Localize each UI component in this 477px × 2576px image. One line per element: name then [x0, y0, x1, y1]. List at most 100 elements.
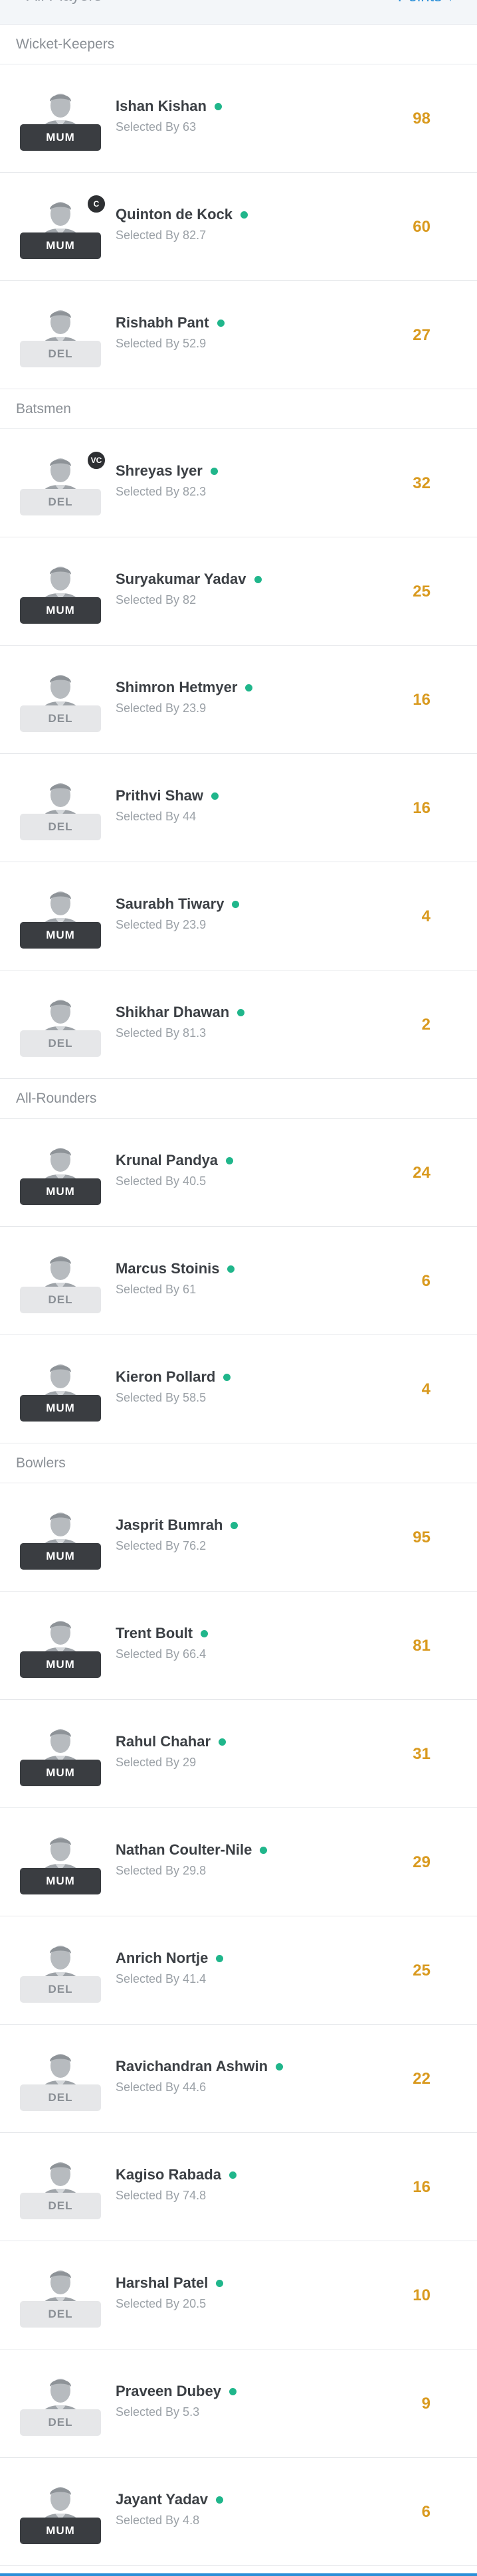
role-badge: VC [86, 450, 106, 470]
player-points: 2 [421, 1015, 430, 1034]
player-name: Krunal Pandya [116, 1152, 219, 1168]
selected-by: Selected By 44.6 [116, 2080, 207, 2094]
selected-by: Selected By 29.8 [116, 1864, 207, 1877]
section-title: Batsmen [16, 401, 71, 416]
player-info: Ishan Kishan Selected By 63 [116, 96, 395, 134]
player-row[interactable]: MUM Krunal Pandya Selected By 40.5 24 [0, 1119, 477, 1227]
player-row[interactable]: MUM Trent Boult Selected By 66.4 81 [0, 1592, 477, 1700]
player-name-line: Kagiso Rabada [116, 2165, 395, 2185]
player-name: Praveen Dubey [116, 2383, 221, 2399]
player-row[interactable]: DEL Prithvi Shaw Selected By 44 16 [0, 754, 477, 862]
player-row[interactable]: MUM Suryakumar Yadav Selected By 82 25 [0, 537, 477, 646]
player-points: 16 [413, 798, 430, 817]
sort-points-toggle[interactable]: Points ▾ [398, 0, 454, 6]
player-avatar: DEL [20, 777, 101, 842]
player-info: Shreyas Iyer Selected By 82.3 [116, 461, 395, 499]
player-row[interactable]: MUM Ishan Kishan Selected By 63 98 [0, 64, 477, 173]
playing-status-dot-icon [216, 2496, 224, 2504]
player-avatar: DEL [20, 1249, 101, 1315]
player-points: 10 [413, 2286, 430, 2304]
team-badge: DEL [20, 1976, 101, 2003]
player-name-line: Rishabh Pant [116, 313, 395, 333]
player-name: Jasprit Bumrah [116, 1517, 223, 1533]
player-avatar: DEL [20, 1939, 101, 2004]
playing-status-dot-icon [245, 684, 253, 691]
player-info: Krunal Pandya Selected By 40.5 [116, 1150, 395, 1188]
player-name: Rahul Chahar [116, 1733, 211, 1750]
player-row[interactable]: DEL Praveen Dubey Selected By 5.3 9 [0, 2349, 477, 2458]
player-row[interactable]: MUM Rahul Chahar Selected By 29 31 [0, 1700, 477, 1808]
selected-by: Selected By 63 [116, 120, 197, 134]
player-row[interactable]: DEL Kagiso Rabada Selected By 74.8 16 [0, 2133, 477, 2241]
player-name-line: Saurabh Tiwary [116, 894, 395, 914]
playing-status-dot-icon [254, 575, 262, 583]
section-title: Wicket-Keepers [16, 36, 115, 52]
section-header: Wicket-Keepers [0, 25, 477, 64]
selected-by: Selected By 61 [116, 1283, 197, 1296]
player-points: 25 [413, 582, 430, 600]
player-row[interactable]: MUM Jasprit Bumrah Selected By 76.2 95 [0, 1483, 477, 1592]
player-row[interactable]: DEL Ravichandran Ashwin Selected By 44.6 22 [0, 2025, 477, 2133]
player-points: 16 [413, 690, 430, 709]
player-list: Wicket-Keepers MUM Ishan Kishan Selected By… [0, 25, 477, 2566]
player-row[interactable]: DEL Shimron Hetmyer Selected By 23.9 16 [0, 646, 477, 754]
player-info: Kieron Pollard Selected By 58.5 [116, 1367, 395, 1405]
bottom-accent-bar [0, 2573, 477, 2576]
player-row[interactable]: DEL Marcus Stoinis Selected By 61 6 [0, 1227, 477, 1335]
player-avatar: DEL [20, 2372, 101, 2437]
player-info: Praveen Dubey Selected By 5.3 [116, 2381, 395, 2419]
player-avatar: MUM C [20, 194, 106, 260]
player-name-line: Anrich Nortje [116, 1948, 395, 1968]
player-row[interactable]: MUM Nathan Coulter-Nile Selected By 29.8 29 [0, 1808, 477, 1916]
section-header: Bowlers [0, 1443, 477, 1483]
player-info: Ravichandran Ashwin Selected By 44.6 [116, 2057, 395, 2094]
player-points: 9 [421, 2394, 430, 2413]
team-badge: MUM [20, 1868, 101, 1894]
player-name-line: Prithvi Shaw [116, 786, 395, 806]
team-badge: MUM [20, 2518, 101, 2544]
playing-status-dot-icon [227, 1265, 235, 1273]
player-row[interactable]: MUM Kieron Pollard Selected By 58.5 4 [0, 1335, 477, 1443]
player-name-line: Trent Boult [116, 1623, 395, 1643]
playing-status-dot-icon [210, 467, 218, 475]
player-row[interactable]: DEL Rishabh Pant Selected By 52.9 27 [0, 281, 477, 389]
player-name-line: Rahul Chahar [116, 1732, 395, 1752]
player-row[interactable]: DEL Harshal Patel Selected By 20.5 10 [0, 2241, 477, 2349]
team-badge: DEL [20, 1287, 101, 1313]
team-badge: MUM [20, 922, 101, 949]
player-name: Anrich Nortje [116, 1950, 209, 1966]
player-row[interactable]: DEL Shikhar Dhawan Selected By 81.3 2 [0, 970, 477, 1079]
player-avatar: MUM [20, 560, 101, 625]
player-name: Shikhar Dhawan [116, 1004, 230, 1020]
player-info: Rahul Chahar Selected By 29 [116, 1732, 395, 1770]
player-info: Trent Boult Selected By 66.4 [116, 1623, 395, 1661]
player-avatar: DEL [20, 2047, 101, 2112]
player-name: Saurabh Tiwary [116, 895, 225, 912]
player-points: 6 [421, 2502, 430, 2521]
player-info: Marcus Stoinis Selected By 61 [116, 1259, 395, 1297]
player-row[interactable]: DEL Anrich Nortje Selected By 41.4 25 [0, 1916, 477, 2025]
player-avatar: DEL [20, 304, 101, 369]
player-row[interactable]: MUM Jayant Yadav Selected By 4.8 6 [0, 2458, 477, 2566]
player-row[interactable]: MUM Saurabh Tiwary Selected By 23.9 4 [0, 862, 477, 970]
selected-by: Selected By 41.4 [116, 1972, 207, 1985]
playing-status-dot-icon [226, 1156, 234, 1164]
player-avatar: MUM [20, 1831, 101, 1896]
player-name-line: Praveen Dubey [116, 2381, 395, 2401]
player-name: Prithvi Shaw [116, 787, 204, 804]
selected-by: Selected By 81.3 [116, 1026, 207, 1040]
player-name-line: Marcus Stoinis [116, 1259, 395, 1279]
player-info: Anrich Nortje Selected By 41.4 [116, 1948, 395, 1986]
team-badge: MUM [20, 1651, 101, 1678]
player-name-line: Jayant Yadav [116, 2490, 395, 2510]
selected-by: Selected By 82.3 [116, 485, 207, 498]
player-avatar: DEL [20, 2264, 101, 2329]
team-badge: MUM [20, 1395, 101, 1422]
player-row[interactable]: MUM C Quinton de Kock Selected By 82.7 60 [0, 173, 477, 281]
player-name-line: Kieron Pollard [116, 1367, 395, 1387]
player-name: Marcus Stoinis [116, 1260, 220, 1277]
player-name: Shimron Hetmyer [116, 679, 238, 695]
playing-status-dot-icon [211, 792, 219, 800]
player-avatar: DEL [20, 668, 101, 733]
player-row[interactable]: DEL VC Shreyas Iyer Selected By 82.3 32 [0, 429, 477, 537]
